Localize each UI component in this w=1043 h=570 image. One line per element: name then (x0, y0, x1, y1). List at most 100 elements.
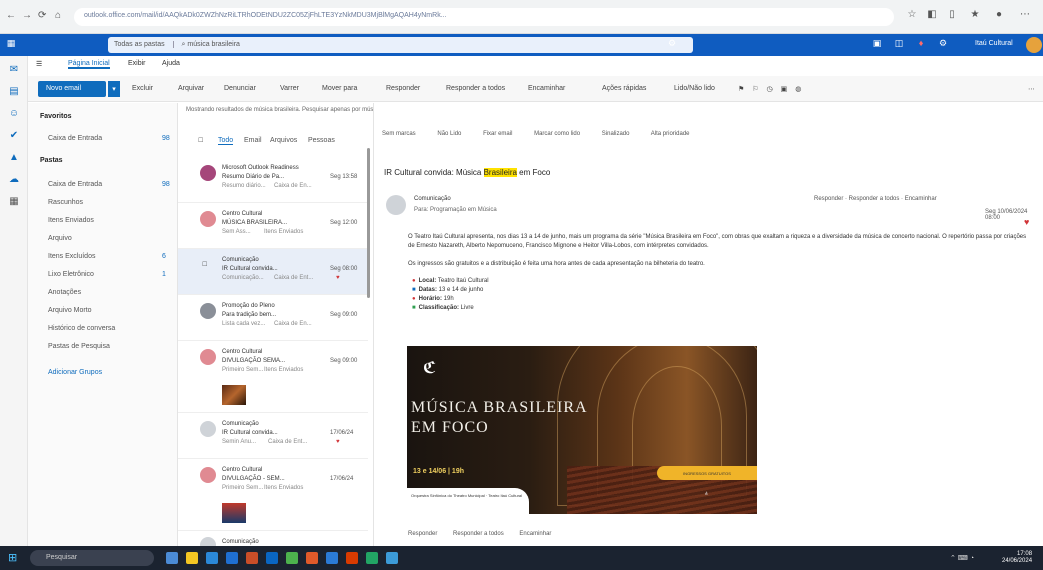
menu-icon[interactable]: ⋯ (1018, 9, 1032, 23)
filter-email[interactable]: Email (244, 137, 262, 144)
word-icon[interactable]: ▲ (8, 152, 20, 164)
forward-button[interactable]: Encaminhar (519, 531, 551, 537)
system-tray-icon[interactable]: ⌃ ⌨ ◔ (950, 554, 974, 562)
tag-button[interactable]: Sem marcas (382, 131, 416, 137)
archive-button[interactable]: Arquivar (178, 85, 204, 92)
profile-icon[interactable]: ● (992, 9, 1006, 23)
task-view-icon[interactable] (166, 552, 178, 564)
more-icon[interactable]: ⋯ (1028, 85, 1035, 93)
sender-name[interactable]: Comunicação (414, 196, 451, 202)
taskbar-search[interactable]: Pesquisar (30, 550, 154, 566)
reply-button[interactable]: Responder (408, 531, 437, 537)
calendar-icon[interactable]: ▤ (8, 86, 20, 98)
todo-icon[interactable]: ✔ (8, 130, 20, 142)
search-input[interactable]: Todas as pastas ⌕ música brasileira (108, 37, 693, 53)
folder-conversation-history[interactable]: Histórico de conversa (48, 325, 115, 332)
favorites-icon[interactable]: ★ (968, 9, 982, 23)
powerpoint-icon[interactable] (346, 552, 358, 564)
app-icon[interactable] (386, 552, 398, 564)
list-item[interactable]: Centro Cultural DIVULGAÇÃO SEMA... Seg 0… (178, 341, 368, 413)
folder-search-folders[interactable]: Pastas de Pesquisa (48, 343, 110, 350)
forward-icon[interactable]: → (22, 10, 32, 21)
pin-button[interactable]: Fixar email (483, 131, 512, 137)
file-explorer-icon[interactable] (186, 552, 198, 564)
tab-view[interactable]: Exibir (128, 60, 146, 67)
filter-files[interactable]: Arquivos (270, 137, 297, 144)
folder-deleted[interactable]: Itens Excluídos (48, 253, 95, 260)
meet-icon[interactable]: ▣ (870, 38, 884, 52)
flag-button[interactable]: Sinalizado (602, 131, 630, 137)
home-icon[interactable]: ⌂ (55, 10, 61, 21)
event-banner-image[interactable]: ℭ MÚSICA BRASILEIRA EM FOCO 13 e 14/06 |… (407, 346, 757, 514)
folder-archive-old[interactable]: Arquivo Morto (48, 307, 92, 314)
teams-icon[interactable]: ◫ (892, 38, 906, 52)
clock[interactable]: 17:08 24/06/2024 (1002, 551, 1032, 565)
list-item[interactable]: ☐ Comunicação IR Cultural convida... Seg… (178, 249, 368, 295)
split-icon[interactable]: ▯ (945, 9, 959, 23)
reply-button[interactable]: Responder (386, 85, 420, 92)
office-icon[interactable] (306, 552, 318, 564)
star-icon[interactable]: ☆ (905, 9, 919, 23)
word-icon[interactable] (326, 552, 338, 564)
chevron-down-icon[interactable]: ▾ (108, 81, 120, 97)
filter-people[interactable]: Pessoas (308, 137, 335, 144)
folder-archive[interactable]: Arquivo (48, 235, 72, 242)
extensions-icon[interactable]: ◧ (925, 9, 939, 23)
delete-button[interactable]: Excluir (132, 85, 153, 92)
forward-button[interactable]: Encaminhar (528, 85, 565, 92)
message-list-scrollbar[interactable] (367, 148, 370, 298)
folder-inbox[interactable]: Caixa de Entrada (48, 181, 102, 188)
folder-notes[interactable]: Anotações (48, 289, 81, 296)
tab-home[interactable]: Página Inicial (68, 60, 110, 69)
list-item[interactable]: Centro Cultural MÚSICA BRASILEIRA... Seg… (178, 203, 368, 249)
back-icon[interactable]: ← (6, 10, 16, 21)
mark-read-button[interactable]: Marcar como lido (534, 131, 580, 137)
chrome-icon[interactable] (286, 552, 298, 564)
more-tools-icon[interactable]: ⚑⚐◷▣◍ (738, 85, 809, 93)
filter-all[interactable]: Todo (218, 137, 234, 145)
list-item[interactable]: Centro Cultural DIVULGAÇÃO - SEM... 17/0… (178, 459, 368, 531)
banner-tickets-button[interactable]: INGRESSOS GRATUITOS (657, 466, 757, 480)
edge-icon[interactable] (206, 552, 218, 564)
search-scope[interactable]: Todas as pastas (114, 41, 174, 48)
folder-drafts[interactable]: Rascunhos (48, 199, 83, 206)
outlook-icon[interactable] (226, 552, 238, 564)
folders-header[interactable]: Pastas (40, 157, 63, 164)
list-item[interactable]: Comunicação (178, 531, 368, 553)
add-groups-link[interactable]: Adicionar Grupos (48, 369, 102, 376)
folder-junk[interactable]: Lixo Eletrônico (48, 271, 94, 278)
onedrive-icon[interactable]: ☁ (8, 174, 20, 186)
attachment-thumbnail[interactable] (222, 385, 246, 405)
avatar[interactable] (1026, 37, 1042, 53)
move-to-button[interactable]: Mover para (322, 85, 357, 92)
reply-all-button[interactable]: Responder a todos (446, 85, 505, 92)
report-button[interactable]: Denunciar (224, 85, 256, 92)
mail-icon[interactable]: ✉ (8, 64, 20, 76)
app-launcher-icon[interactable]: ▦ (4, 38, 18, 52)
settings-icon[interactable]: ⚙ (936, 38, 950, 52)
apps-icon[interactable]: ▦ (8, 196, 20, 208)
search-options-icon[interactable]: ⚙ (665, 38, 679, 52)
folder-sent[interactable]: Itens Enviados (48, 217, 94, 224)
favorites-header[interactable]: Favoritos (40, 113, 72, 120)
priority-button[interactable]: Alta prioridade (651, 131, 690, 137)
folder-favorite-inbox[interactable]: Caixa de Entrada (48, 135, 102, 142)
list-item[interactable]: Comunicação IR Cultural convida... 17/06… (178, 413, 368, 459)
heart-icon[interactable]: ♥ (336, 275, 340, 281)
quick-steps-button[interactable]: Ações rápidas (602, 85, 646, 92)
sweep-button[interactable]: Varrer (280, 85, 299, 92)
people-icon[interactable]: ☺ (8, 108, 20, 120)
account-name[interactable]: Itaú Cultural (975, 40, 1013, 47)
tab-help[interactable]: Ajuda (162, 60, 180, 67)
windows-start-icon[interactable]: ⊞ (8, 551, 22, 565)
hamburger-icon[interactable]: ☰ (36, 60, 42, 68)
list-item[interactable]: Promoção do Pleno Para tradição bem... S… (178, 295, 368, 341)
reply-actions[interactable]: Responder · Responder a todos · Encaminh… (814, 196, 937, 202)
teams-icon[interactable] (266, 552, 278, 564)
address-bar[interactable]: outlook.office.com/mail/id/AAQkADk0ZWZhN… (74, 8, 894, 26)
reply-all-button[interactable]: Responder a todos (453, 531, 504, 537)
list-item[interactable]: Microsoft Outlook Readiness Resumo Diári… (178, 157, 368, 203)
select-checkbox[interactable]: ☐ (202, 261, 207, 268)
new-mail-button[interactable]: Novo email (38, 81, 106, 97)
select-all-checkbox[interactable]: ☐ (198, 137, 203, 144)
